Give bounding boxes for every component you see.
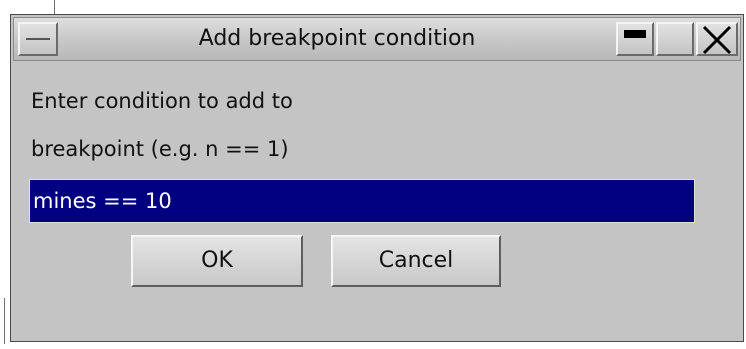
edge-tick-left [4,298,5,344]
cancel-button[interactable]: Cancel [331,235,501,287]
system-menu-button[interactable] [18,22,58,56]
minimize-icon [624,30,646,38]
minimize-button[interactable] [616,22,654,56]
prompt-line-2: breakpoint (e.g. n == 1) [31,137,289,161]
maximize-button[interactable] [656,22,694,56]
close-icon [702,25,732,55]
condition-input[interactable]: mines == 10 [29,179,695,223]
prompt-line-1: Enter condition to add to [31,89,293,113]
ok-button[interactable]: OK [131,235,303,287]
window-title: Add breakpoint condition [198,26,476,51]
system-menu-icon [26,38,50,40]
title-bar[interactable]: Add breakpoint condition [13,17,741,61]
close-button[interactable] [696,22,738,56]
dialog-window: Add breakpoint condition Enter condition… [10,14,744,342]
edge-tick-top [54,0,55,14]
